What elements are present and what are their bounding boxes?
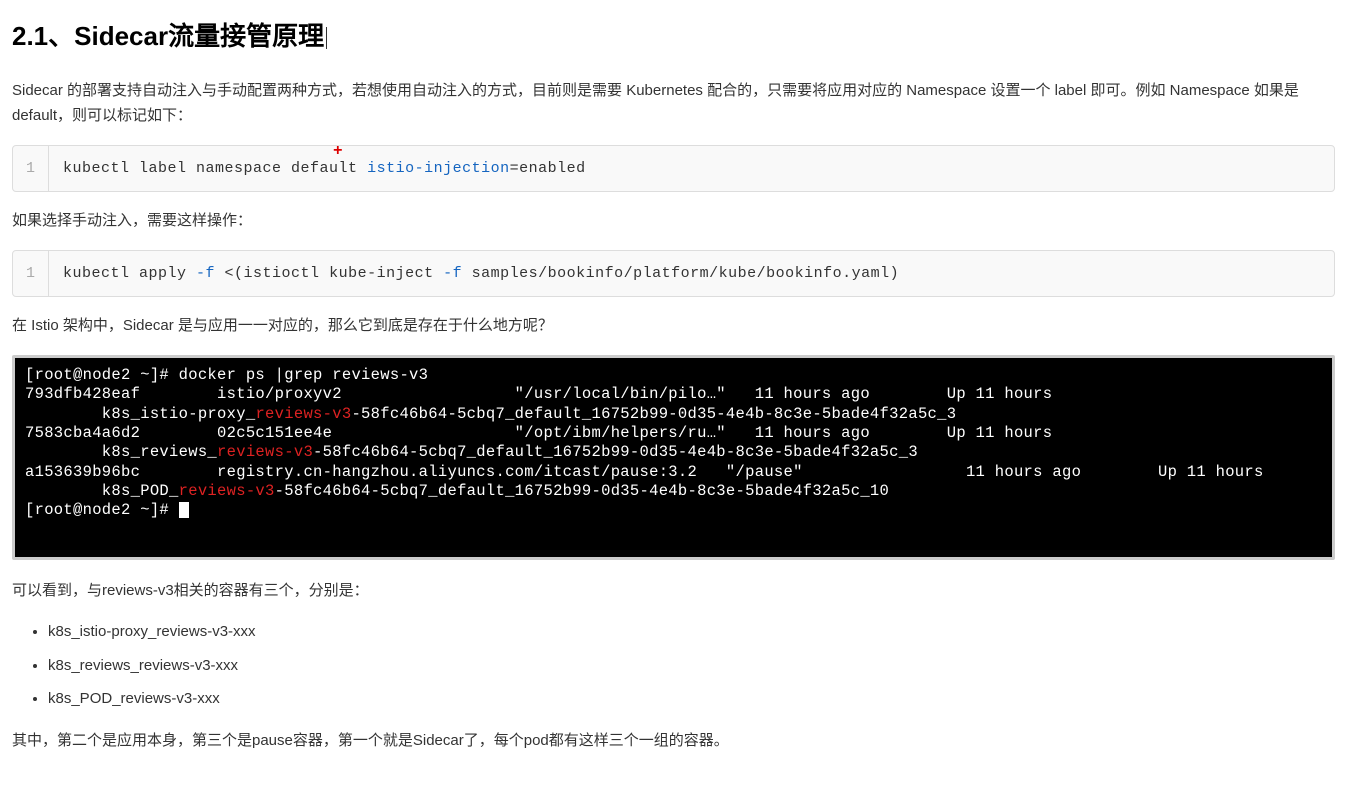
paragraph-intro: Sidecar 的部署支持自动注入与手动配置两种方式，若想使用自动注入的方式，目… (12, 78, 1335, 129)
terminal-output[interactable]: [root@node2 ~]# docker ps |grep reviews-… (12, 355, 1335, 560)
terminal-cursor (179, 502, 189, 518)
code-block-1: 1 +kubectl label namespace default istio… (12, 145, 1335, 193)
line-number: 1 (13, 146, 49, 192)
list-item: k8s_reviews_reviews-v3-xxx (48, 653, 1335, 679)
paragraph-where: 在 Istio 架构中，Sidecar 是与应用一一对应的，那么它到底是存在于什… (12, 313, 1335, 339)
code-content[interactable]: kubectl apply -f <(istioctl kube-inject … (49, 251, 1334, 297)
paragraph-manual: 如果选择手动注入，需要这样操作： (12, 208, 1335, 234)
code-content[interactable]: +kubectl label namespace default istio-i… (49, 146, 1334, 192)
container-list: k8s_istio-proxy_reviews-v3-xxx k8s_revie… (48, 619, 1335, 712)
paragraph-explain: 其中，第二个是应用本身，第三个是pause容器，第一个就是Sidecar了，每个… (12, 728, 1335, 754)
code-block-2: 1 kubectl apply -f <(istioctl kube-injec… (12, 250, 1335, 298)
list-item: k8s_POD_reviews-v3-xxx (48, 686, 1335, 712)
section-heading: 2.1、Sidecar流量接管原理 (12, 20, 1335, 54)
paragraph-seen: 可以看到，与reviews-v3相关的容器有三个，分别是： (12, 578, 1335, 604)
line-number: 1 (13, 251, 49, 297)
list-item: k8s_istio-proxy_reviews-v3-xxx (48, 619, 1335, 645)
plus-icon: + (333, 138, 343, 165)
